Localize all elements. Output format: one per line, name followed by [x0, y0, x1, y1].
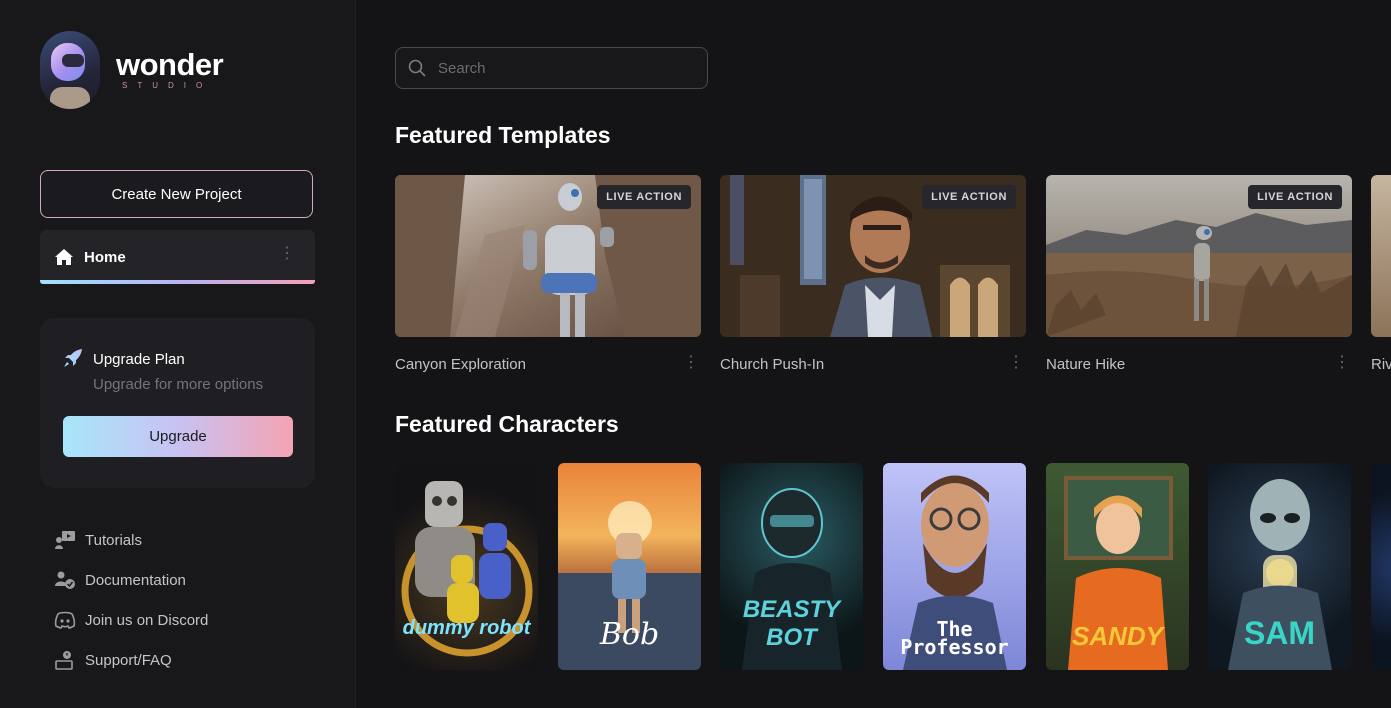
support-icon [55, 651, 73, 670]
live-action-badge: LIVE ACTION [922, 185, 1016, 209]
character-name: SAM [1243, 615, 1316, 651]
character-name: dummy robot [402, 617, 531, 639]
template-name[interactable]: Riv [1371, 356, 1391, 373]
character-card-sam[interactable]: SAM [1208, 463, 1351, 670]
brand-subtitle: STUDIO [122, 81, 213, 90]
character-card-sandy[interactable]: SANDY [1046, 463, 1189, 670]
more-options-icon[interactable]: ⋮ [279, 246, 295, 262]
character-card-the-professor[interactable]: The Professor [883, 463, 1026, 670]
more-options-icon[interactable]: ⋮ [1008, 355, 1024, 371]
character-name: Bob [599, 617, 660, 652]
character-card-partial[interactable] [1371, 463, 1391, 670]
sidebar-link-support[interactable]: Support/FAQ [54, 640, 208, 680]
character-name: BEASTY BOT [742, 596, 841, 651]
template-name[interactable]: Canyon Exploration [395, 356, 526, 373]
documentation-icon [55, 571, 75, 589]
character-card-dummy-robot[interactable]: dummy robot [395, 463, 538, 670]
sidebar-link-label: Join us on Discord [85, 611, 209, 629]
character-name: The Professor [900, 617, 1009, 659]
wonder-robot-logo-icon [40, 31, 100, 109]
character-card-bob[interactable]: Bob [558, 463, 701, 670]
template-name[interactable]: Nature Hike [1046, 356, 1125, 373]
featured-templates-title: Featured Templates [395, 122, 611, 148]
template-name[interactable]: Church Push-In [720, 356, 824, 373]
sidebar-item-label: Home [84, 248, 126, 266]
rocket-icon [64, 349, 82, 367]
create-new-project-button[interactable]: Create New Project [40, 170, 313, 218]
sidebar-links: Tutorials Documentation Join us on Disco… [54, 520, 208, 680]
sidebar-link-label: Documentation [85, 571, 186, 589]
character-card-beasty-bot[interactable]: BEASTY BOT [720, 463, 863, 670]
brand-name: wonder [116, 47, 224, 82]
search-icon [408, 59, 426, 77]
live-action-badge: LIVE ACTION [1248, 185, 1342, 209]
template-card-church-push-in[interactable]: LIVE ACTION [720, 175, 1026, 337]
video-tutorial-icon [55, 531, 75, 549]
template-card-nature-hike[interactable]: LIVE ACTION [1046, 175, 1352, 337]
sidebar-link-tutorials[interactable]: Tutorials [54, 520, 208, 560]
upgrade-plan-title: Upgrade Plan [93, 351, 185, 368]
character-name: SANDY [1071, 621, 1163, 651]
search-bar[interactable] [395, 47, 708, 89]
sidebar-link-documentation[interactable]: Documentation [54, 560, 208, 600]
sidebar-link-discord[interactable]: Join us on Discord [54, 600, 208, 640]
brand-logo[interactable]: wonder STUDIO [40, 31, 224, 109]
sidebar-link-label: Support/FAQ [85, 651, 172, 669]
more-options-icon[interactable]: ⋮ [683, 355, 699, 371]
sidebar-link-label: Tutorials [85, 531, 142, 549]
featured-characters-title: Featured Characters [395, 411, 619, 437]
upgrade-button[interactable]: Upgrade [63, 416, 293, 457]
template-card-partial[interactable] [1371, 175, 1391, 337]
upgrade-plan-card: Upgrade Plan Upgrade for more options Up… [40, 318, 315, 488]
upgrade-plan-subtitle: Upgrade for more options [93, 376, 264, 393]
sidebar-item-home[interactable]: Home ⋮ [40, 230, 315, 284]
more-options-icon[interactable]: ⋮ [1334, 355, 1350, 371]
live-action-badge: LIVE ACTION [597, 185, 691, 209]
home-icon [55, 249, 73, 265]
template-card-canyon-exploration[interactable]: LIVE ACTION [395, 175, 701, 337]
sidebar: wonder STUDIO Create New Project Home ⋮ … [0, 0, 356, 708]
search-input[interactable] [436, 58, 690, 78]
discord-icon [54, 611, 76, 629]
